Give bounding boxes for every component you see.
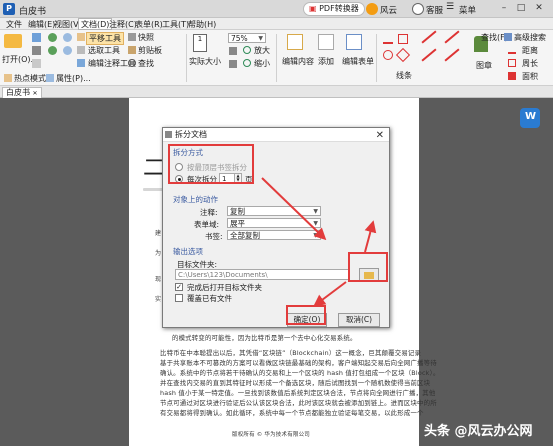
arrow-to-object-actions bbox=[261, 177, 327, 241]
annotation-arrows bbox=[261, 177, 377, 307]
arrow-to-ok bbox=[313, 281, 347, 307]
arrow-to-browse bbox=[364, 220, 377, 253]
watermark: 头条 @风云办公网 bbox=[424, 424, 533, 439]
